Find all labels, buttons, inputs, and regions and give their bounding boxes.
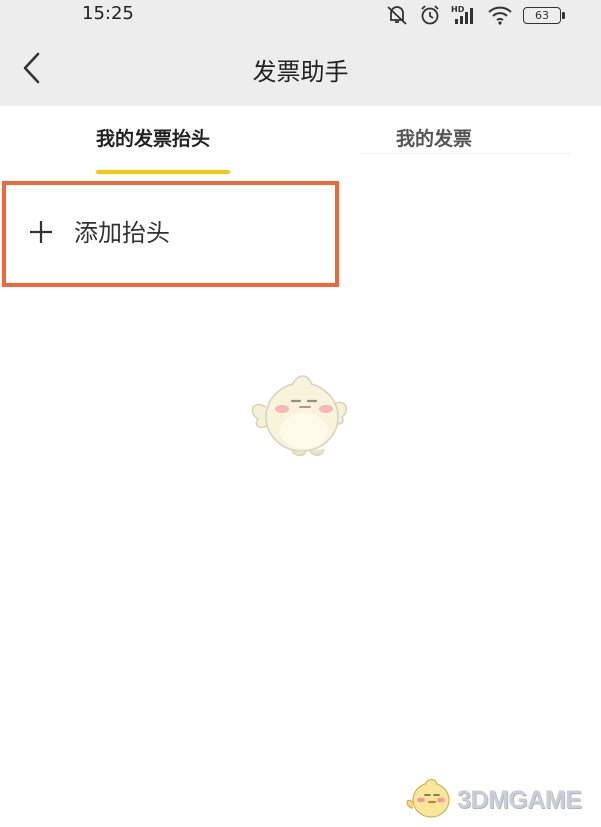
battery-icon: 63 — [523, 6, 565, 24]
mascot-chick-icon — [251, 375, 348, 457]
page-title: 发票助手 — [252, 58, 349, 86]
wifi-icon — [487, 4, 513, 26]
status-time: 15:25 — [82, 3, 134, 24]
nav-bar: 发票助手 — [0, 30, 601, 106]
tab-bar: 我的发票抬头 我的发票 — [0, 106, 601, 176]
active-tab-indicator — [96, 170, 230, 174]
hd-signal-icon: HD — [451, 4, 477, 26]
tab-my-invoice-headers[interactable]: 我的发票抬头 — [96, 124, 210, 158]
tab-divider — [360, 153, 571, 154]
alarm-icon — [419, 4, 441, 26]
watermark-text: 3DMGAME — [457, 786, 582, 814]
watermark: 3DMGAME — [405, 776, 595, 822]
svg-text:HD: HD — [451, 5, 465, 14]
add-header-button[interactable]: 添加抬头 — [2, 181, 339, 287]
mute-icon — [385, 4, 409, 26]
plus-icon — [28, 219, 54, 245]
status-bar: 15:25 HD 63 — [0, 0, 601, 30]
empty-state-illustration — [246, 365, 354, 459]
add-header-label: 添加抬头 — [74, 219, 170, 247]
status-icons: HD 63 — [385, 4, 565, 26]
